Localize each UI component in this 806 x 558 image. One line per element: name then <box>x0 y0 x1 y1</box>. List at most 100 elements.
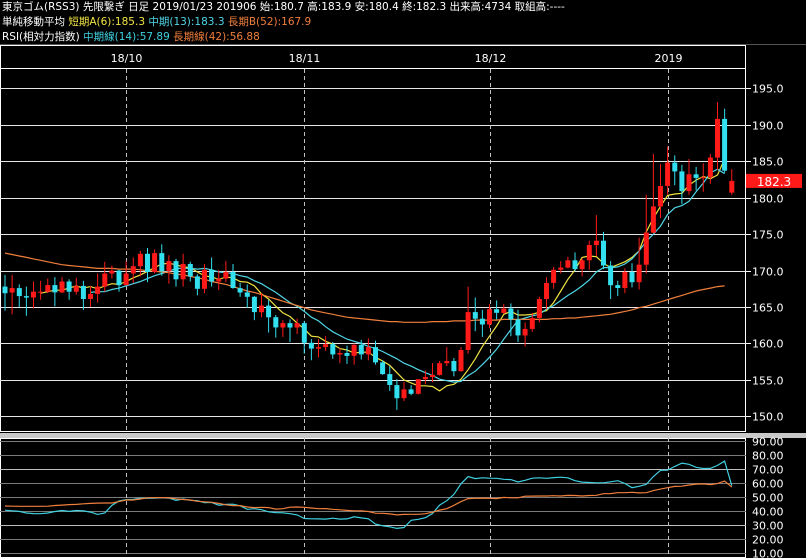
candle-body <box>622 272 628 288</box>
candle-body <box>729 180 735 193</box>
candle-body <box>230 272 236 288</box>
rsi-tick-label: 10.00 <box>752 548 784 558</box>
instrument-summary: 東京ゴム(RSS3) 先限繋ぎ 日足 2019/01/23 201906 始:1… <box>2 1 565 13</box>
candle-body <box>109 270 115 274</box>
rsi-tick-label: 50.00 <box>752 492 784 505</box>
candle-body <box>508 308 514 320</box>
ma-mid-label: 中期(13):183.3 <box>148 16 225 28</box>
candle-body <box>323 344 329 348</box>
candle-body <box>308 342 314 349</box>
candle-body <box>373 347 378 363</box>
candle-body <box>2 286 8 294</box>
candle-body <box>187 264 193 277</box>
candle-body <box>465 312 471 350</box>
x-tick-label: 18/10 <box>111 52 143 65</box>
candle-body <box>294 323 300 328</box>
candle-body <box>394 385 400 399</box>
price-tick-label: 185.0 <box>752 156 784 169</box>
candle-body <box>672 162 678 172</box>
rsi-tick-label: 80.00 <box>752 450 784 463</box>
candle-body <box>180 264 186 280</box>
candle-body <box>636 264 642 283</box>
price-tick-label: 160.0 <box>752 338 784 351</box>
candle-body <box>408 389 414 394</box>
candle-body <box>266 305 272 318</box>
candle-body <box>579 260 585 270</box>
candle-body <box>330 344 336 355</box>
candle-body <box>615 285 621 288</box>
rsi-long-label: 長期線(42):56.88 <box>173 31 260 43</box>
rsi-tick-label: 60.00 <box>752 478 784 491</box>
candle-body <box>565 260 571 268</box>
candle-body <box>380 362 386 375</box>
candle-body <box>472 312 478 319</box>
candle-body <box>137 253 143 267</box>
candle-body <box>586 245 592 261</box>
candle-body <box>88 293 93 299</box>
price-tick-label: 180.0 <box>752 193 784 206</box>
candle-body <box>522 328 528 336</box>
candle-body <box>444 361 450 364</box>
candle-body <box>16 288 22 297</box>
candle-body <box>365 347 371 355</box>
candle-body <box>316 347 321 349</box>
candle-body <box>458 350 464 372</box>
candle-body <box>572 260 578 270</box>
candle-body <box>665 162 671 186</box>
candlestick-chart: 18/10 18/11 18/12 2019 150.0 155.0 160.0 165.0… <box>0 44 806 558</box>
ma-legend-title: 単純移動平均 <box>2 16 65 28</box>
candle-body <box>415 379 421 394</box>
candle-body <box>95 286 101 294</box>
candle-body <box>102 273 108 287</box>
price-tick-label: 175.0 <box>752 229 784 242</box>
candle-body <box>658 186 663 207</box>
candle-body <box>358 344 364 355</box>
ma-legend: 単純移動平均 短期A(6):185.3 中期(13):183.3 長期B(52)… <box>2 16 311 28</box>
candle-body <box>494 309 500 313</box>
header-divider <box>0 44 806 45</box>
candle-body <box>52 285 58 293</box>
candle-body <box>551 269 557 283</box>
candle <box>415 379 421 395</box>
candle-body <box>715 118 720 158</box>
candle-body <box>166 261 172 272</box>
candle-body <box>116 270 122 286</box>
candle-body <box>9 288 15 293</box>
candle-body <box>536 299 542 318</box>
candle-body <box>387 374 393 385</box>
x-tick-label: 18/11 <box>289 52 321 65</box>
candle-body <box>608 265 614 286</box>
candle-body <box>202 269 207 289</box>
candle-body <box>707 157 713 178</box>
price-tick-label: 150.0 <box>752 411 784 424</box>
candle-body <box>344 353 350 356</box>
candle-body <box>244 292 250 297</box>
rsi-tick-label: 40.00 <box>752 506 784 519</box>
candle-body <box>693 174 699 178</box>
candle-body <box>351 344 357 356</box>
last-price-label: 182.3 <box>757 175 791 189</box>
candle-body <box>437 363 443 375</box>
candle-body <box>700 177 706 179</box>
price-tick-label: 195.0 <box>752 83 784 96</box>
candle-body <box>280 323 286 328</box>
candle-body <box>558 267 564 270</box>
chart-header: 東京ゴム(RSS3) 先限繋ぎ 日足 2019/01/23 201906 始:1… <box>2 1 565 13</box>
rsi-tick-label: 30.00 <box>752 520 784 533</box>
candle-body <box>145 253 150 272</box>
candle-body <box>487 309 492 325</box>
rsi-tick-label: 90.00 <box>752 436 784 449</box>
candle-body <box>337 353 343 355</box>
last-price-tag: 182.3 <box>746 173 802 189</box>
x-tick-label: 2019 <box>655 52 683 65</box>
candle-body <box>515 319 521 336</box>
price-tick-label: 165.0 <box>752 302 784 315</box>
rsi-tick-label: 20.00 <box>752 534 784 547</box>
candle-body <box>80 285 86 299</box>
candle-body <box>643 232 649 265</box>
candle-body <box>123 273 129 286</box>
candle-body <box>259 305 264 313</box>
price-tick-label: 170.0 <box>752 266 784 279</box>
candle-body <box>430 374 435 377</box>
candle-body <box>601 240 606 266</box>
